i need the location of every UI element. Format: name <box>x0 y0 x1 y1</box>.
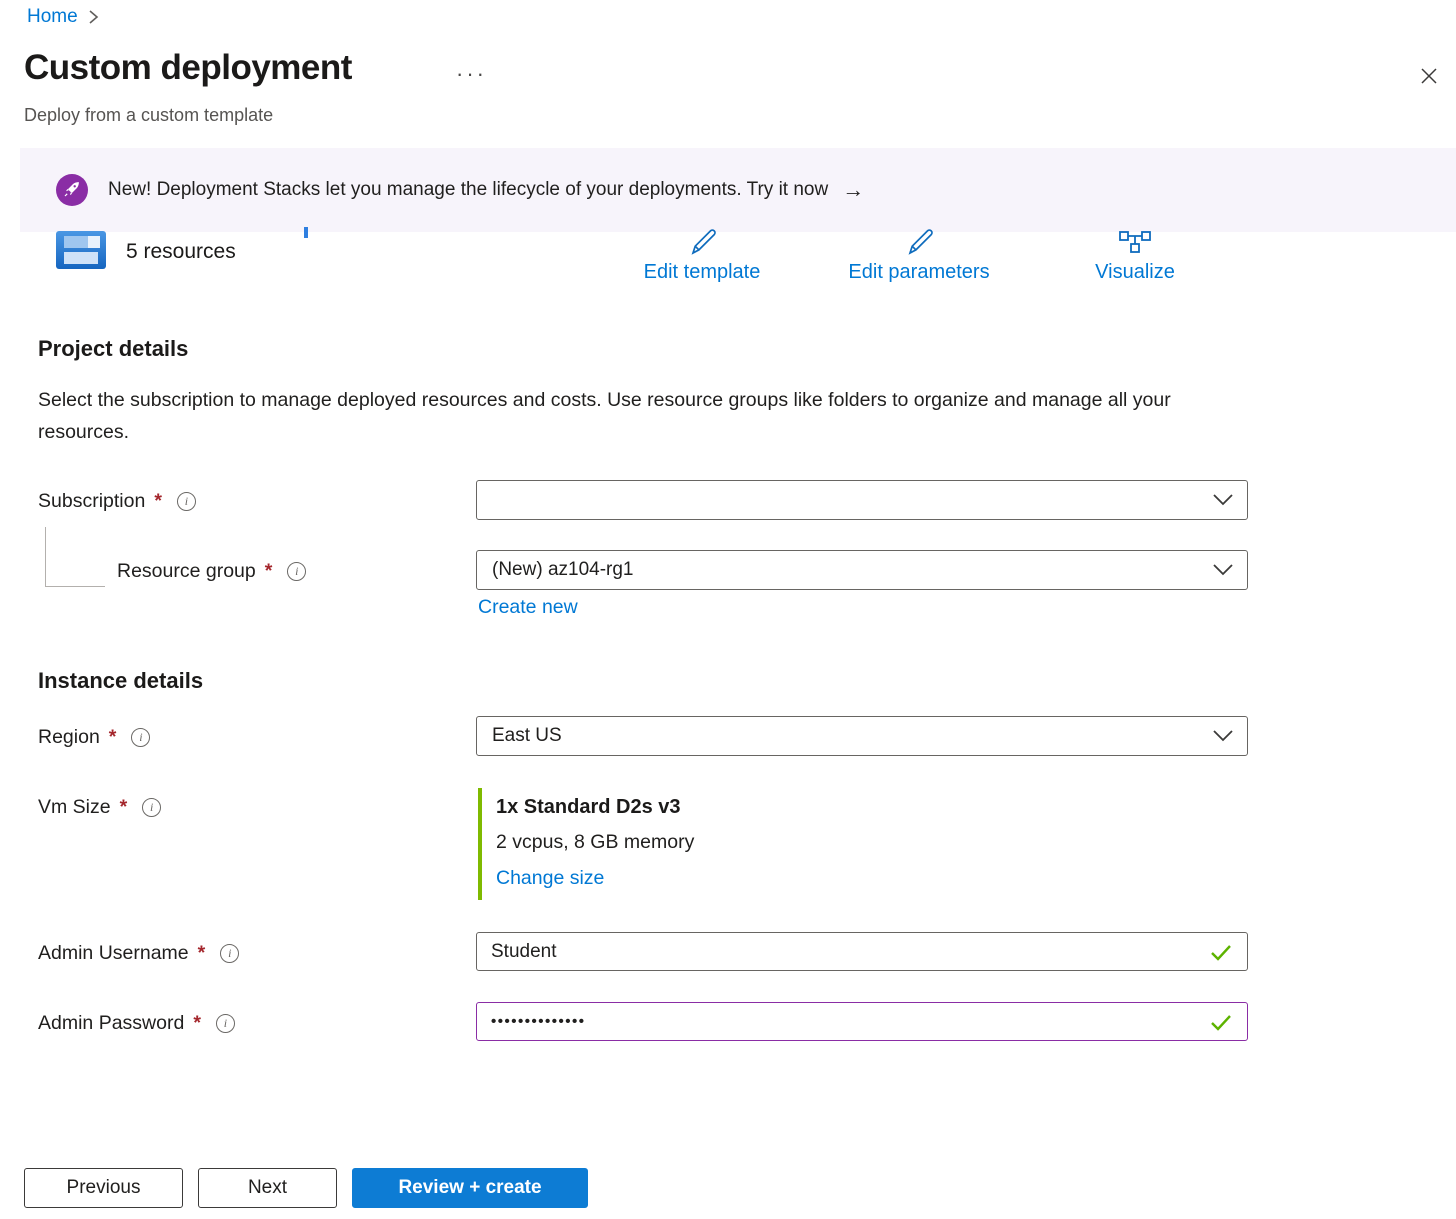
pencil-icon <box>686 228 718 258</box>
more-options-button[interactable]: ··· <box>450 60 493 88</box>
review-create-button[interactable]: Review + create <box>352 1168 588 1208</box>
vm-size-summary: 1x Standard D2s v3 2 vcpus, 8 GB memory … <box>478 788 694 900</box>
info-icon[interactable]: i <box>177 492 196 511</box>
page-title: Custom deployment <box>24 48 352 88</box>
visualize-icon <box>1117 228 1153 258</box>
field-connector-line <box>45 586 105 587</box>
breadcrumb-home-link[interactable]: Home <box>27 6 78 28</box>
previous-button[interactable]: Previous <box>24 1168 183 1208</box>
next-button[interactable]: Next <box>198 1168 337 1208</box>
custom-deployment-page: Home Custom deployment ··· Deploy from a… <box>0 0 1456 1219</box>
edit-template-label: Edit template <box>644 261 761 284</box>
region-value: East US <box>492 725 562 747</box>
valid-check-icon <box>1208 1009 1234 1035</box>
region-label-text: Region <box>38 726 100 749</box>
edit-parameters-label: Edit parameters <box>848 261 989 284</box>
text-cursor-artifact <box>304 227 308 238</box>
resources-count-label: 5 resources <box>126 240 236 264</box>
required-asterisk: * <box>154 490 162 513</box>
chevron-down-icon <box>1212 492 1234 508</box>
region-label: Region * i <box>38 726 150 749</box>
arrow-right-icon: → <box>842 177 864 203</box>
subscription-label: Subscription * i <box>38 490 196 513</box>
vm-size-specs: 2 vcpus, 8 GB memory <box>496 824 694 860</box>
info-icon[interactable]: i <box>131 728 150 747</box>
chevron-right-icon <box>88 9 99 25</box>
admin-username-label: Admin Username * i <box>38 942 239 965</box>
admin-password-label: Admin Password * i <box>38 1012 235 1035</box>
info-icon[interactable]: i <box>142 798 161 817</box>
pencil-icon <box>903 228 935 258</box>
breadcrumb: Home <box>27 6 99 28</box>
change-size-link[interactable]: Change size <box>496 860 604 896</box>
chevron-down-icon <box>1212 562 1234 578</box>
visualize-label: Visualize <box>1095 261 1175 284</box>
instance-details-heading: Instance details <box>38 668 203 694</box>
info-icon[interactable]: i <box>216 1014 235 1033</box>
info-icon[interactable]: i <box>287 562 306 581</box>
resource-group-label: Resource group * i <box>117 560 306 583</box>
deployment-stacks-banner[interactable]: New! Deployment Stacks let you manage th… <box>20 148 1456 232</box>
project-details-heading: Project details <box>38 336 188 362</box>
required-asterisk: * <box>109 726 117 749</box>
region-dropdown[interactable]: East US <box>476 716 1248 756</box>
vm-size-selection: 1x Standard D2s v3 <box>496 790 694 824</box>
required-asterisk: * <box>193 1012 201 1035</box>
template-icon-pane <box>64 252 98 264</box>
admin-password-input[interactable] <box>476 1002 1248 1041</box>
close-icon[interactable] <box>1414 62 1444 92</box>
visualize-button[interactable]: Visualize <box>1073 228 1197 290</box>
rocket-icon <box>56 174 88 206</box>
info-icon[interactable]: i <box>220 944 239 963</box>
project-details-description: Select the subscription to manage deploy… <box>38 384 1188 448</box>
resource-group-value: (New) az104-rg1 <box>492 559 634 581</box>
vm-size-label-text: Vm Size <box>38 796 111 819</box>
vm-size-label: Vm Size * i <box>38 796 161 819</box>
template-icon-pane <box>88 236 100 248</box>
required-asterisk: * <box>265 560 273 583</box>
template-icon-pane <box>64 236 89 248</box>
valid-check-icon <box>1208 939 1234 965</box>
field-connector-line <box>45 527 46 586</box>
subscription-label-text: Subscription <box>38 490 145 513</box>
chevron-down-icon <box>1212 728 1234 744</box>
edit-template-button[interactable]: Edit template <box>620 228 784 290</box>
admin-username-input[interactable] <box>476 932 1248 971</box>
page-subtitle: Deploy from a custom template <box>24 105 273 126</box>
resource-group-label-text: Resource group <box>117 560 256 583</box>
banner-text: New! Deployment Stacks let you manage th… <box>108 179 828 201</box>
required-asterisk: * <box>198 942 206 965</box>
template-resources-icon <box>56 231 106 269</box>
subscription-dropdown[interactable] <box>476 480 1248 520</box>
required-asterisk: * <box>120 796 128 819</box>
edit-parameters-button[interactable]: Edit parameters <box>827 228 1011 290</box>
admin-password-label-text: Admin Password <box>38 1012 184 1035</box>
resource-group-dropdown[interactable]: (New) az104-rg1 <box>476 550 1248 590</box>
admin-username-label-text: Admin Username <box>38 942 189 965</box>
create-new-link[interactable]: Create new <box>478 596 578 619</box>
